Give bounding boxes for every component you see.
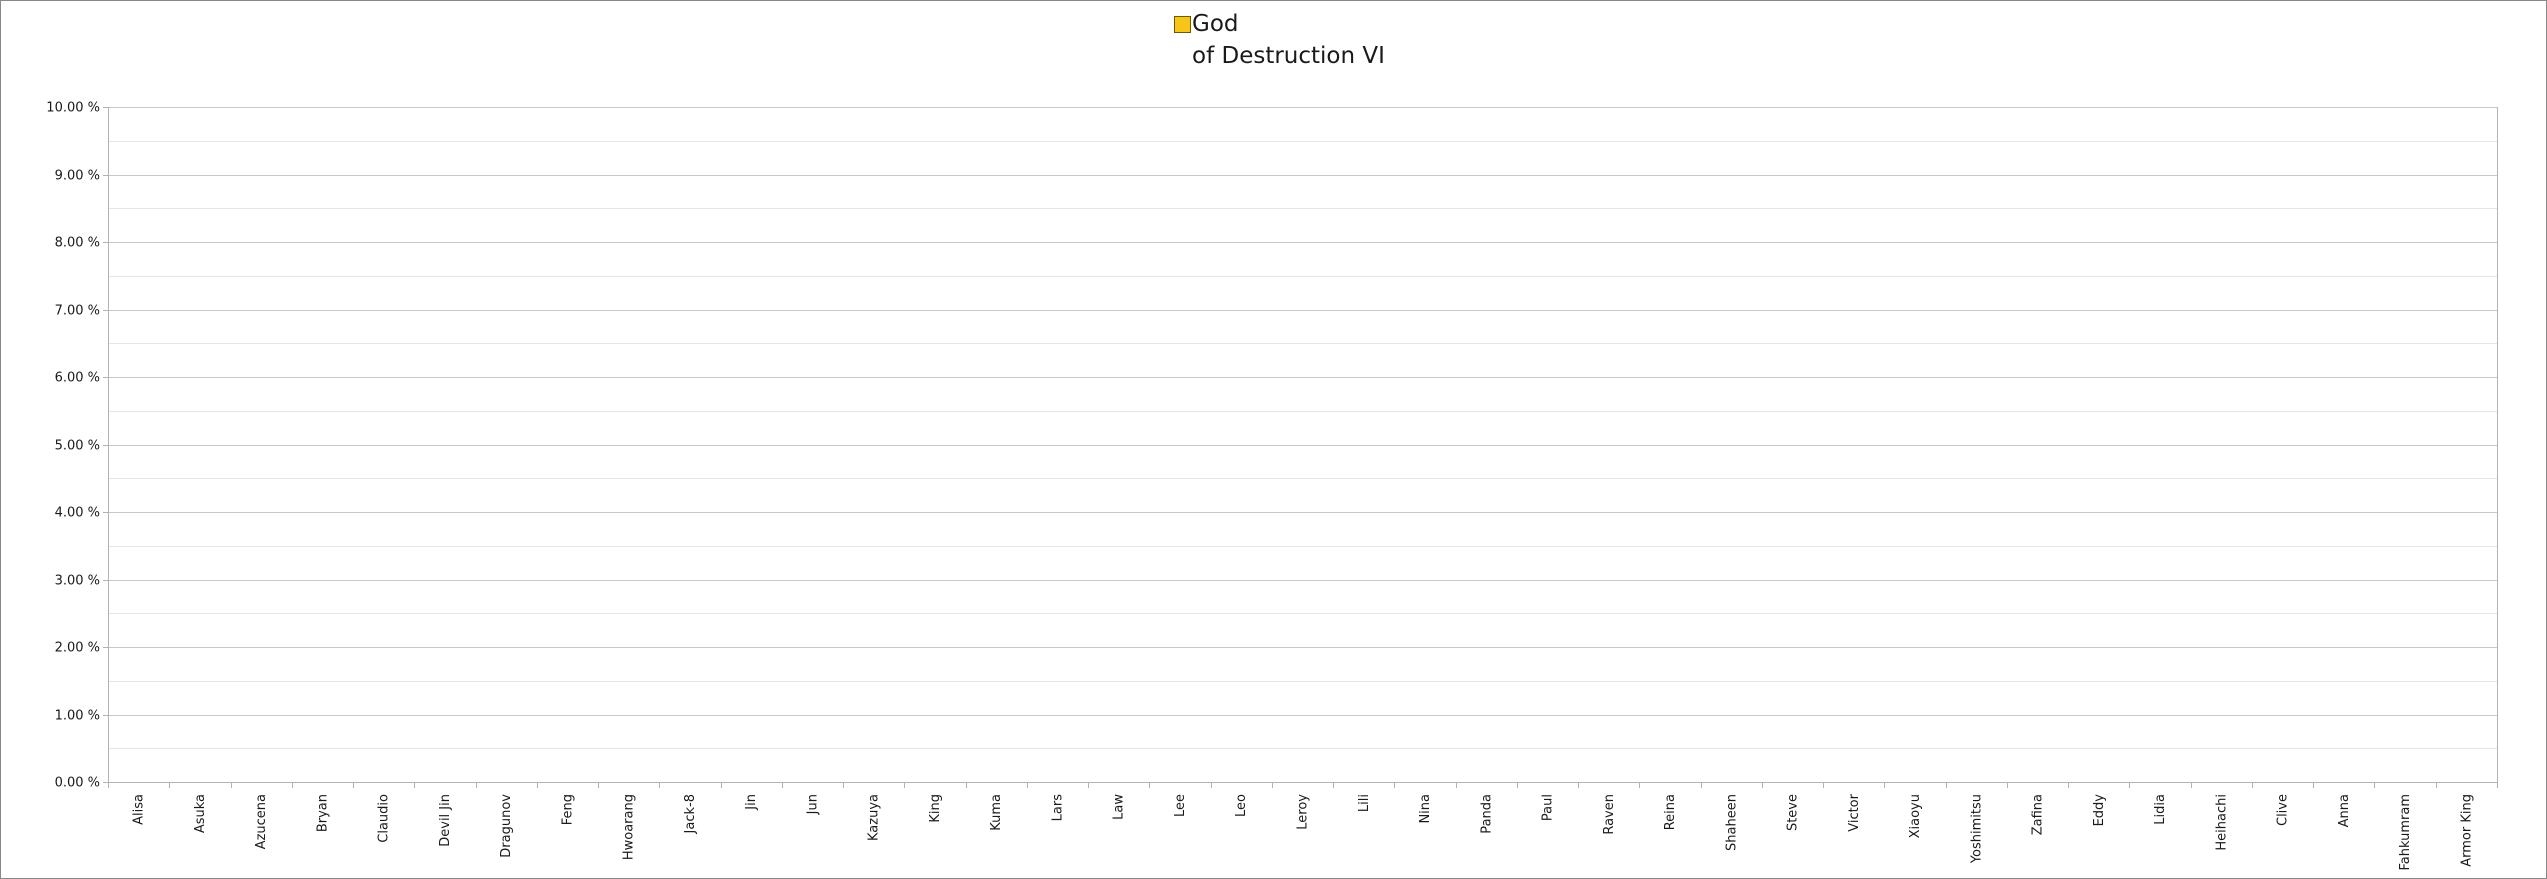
x-tick-label: Leo (1234, 794, 1249, 817)
x-tick-label: Asuka (193, 794, 208, 833)
x-tick-label: Alisa (132, 794, 147, 825)
x-tick-label: Zafina (2031, 794, 2046, 835)
x-tick-label: Hwoarang (622, 794, 637, 860)
y-tick-label: 8.00 % (55, 236, 100, 251)
x-tick-label: Heihachi (2214, 794, 2229, 851)
x-tick-label: Dragunov (499, 794, 514, 858)
x-tick-label: Lili (1357, 794, 1372, 812)
x-tick-label: Fahkumram (2398, 794, 2413, 871)
y-tick-label: 10.00 % (46, 101, 100, 116)
x-tick-label: Paul (1541, 794, 1556, 821)
x-tick-label: Panda (1479, 794, 1494, 834)
chart-plot: 0.00 % 1.00 % 2.00 % 3.00 % 4.00 % 5.00 % 6.00… (46, 101, 2498, 871)
x-tick-label: Claudio (377, 794, 392, 843)
y-tick-label: 1.00 % (55, 709, 100, 724)
y-tick-label: 4.00 % (55, 506, 100, 521)
x-tick-label: Nina (1418, 794, 1433, 824)
y-tick-label: 5.00 % (55, 439, 100, 454)
x-tick-label: Azucena (254, 794, 269, 849)
x-tick-label: Steve (1786, 794, 1801, 831)
x-tick-label: Raven (1602, 794, 1617, 835)
x-tick-label: Clive (2276, 794, 2291, 826)
x-tick-label: Shaheen (1724, 794, 1739, 851)
x-tick-label: Reina (1663, 794, 1678, 830)
x-tick-label: King (928, 794, 943, 823)
x-tick-label: Lars (1050, 794, 1065, 822)
x-tick-label: Devil Jin (438, 794, 453, 847)
y-tick-label: 2.00 % (55, 641, 100, 656)
x-tick-label: Kazuya (867, 794, 882, 841)
x-tick-label: Leroy (1296, 794, 1311, 830)
x-tick-label: Jin (744, 794, 759, 811)
x-tick-label: Yoshimitsu (1969, 794, 1984, 864)
x-tick-label: Law (1112, 794, 1127, 820)
x-tick-label: Victor (1847, 793, 1862, 831)
x-tick-label: Xiaoyu (1908, 794, 1923, 838)
x-tick-label: Lee (1173, 794, 1188, 817)
x-tick-label: Bryan (315, 794, 330, 832)
y-tick-label: 6.00 % (55, 371, 100, 386)
x-tick-label: Kuma (989, 794, 1004, 831)
y-tick-label: 3.00 % (55, 574, 100, 589)
x-tick-label: Feng (560, 794, 575, 825)
y-tick-label: 7.00 % (55, 304, 100, 319)
x-tick-label: Armor King (2459, 794, 2474, 867)
x-tick-label: Jun (805, 794, 820, 815)
x-tick-label: Jack-8 (683, 794, 698, 834)
x-tick-label: Lidia (2153, 794, 2168, 825)
y-tick-label: 0.00 % (55, 776, 100, 791)
x-tick-label: Eddy (2092, 794, 2107, 827)
x-tick-label: Anna (2337, 794, 2352, 827)
y-tick-label: 9.00 % (55, 169, 100, 184)
